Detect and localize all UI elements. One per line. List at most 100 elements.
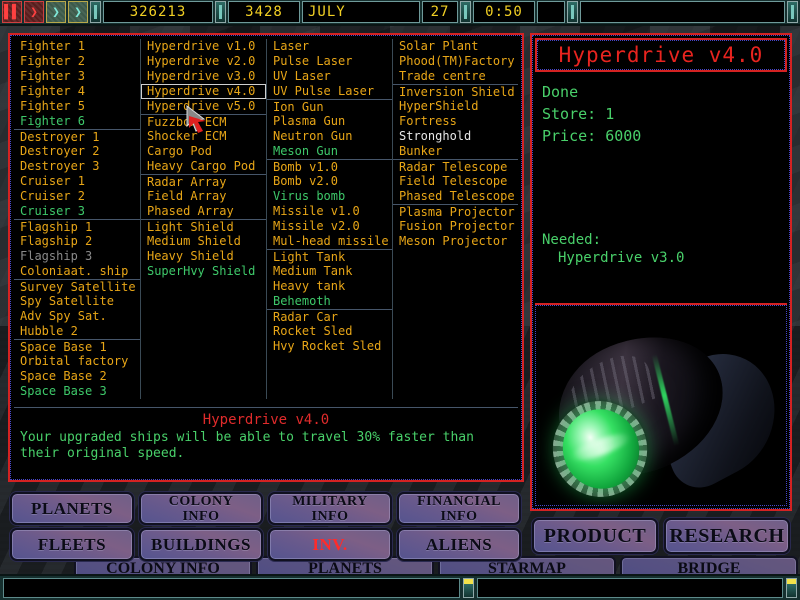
score-readout: 3428 <box>228 1 300 23</box>
tech-item[interactable]: Hyperdrive v2.0 <box>141 54 266 69</box>
tech-item[interactable]: Pulse Laser <box>267 54 392 69</box>
tech-item[interactable]: Radar Car <box>266 309 392 324</box>
bottom-status-strip <box>0 574 800 600</box>
tech-item[interactable]: Fusion Projector <box>393 219 518 234</box>
tech-item[interactable]: Fortress <box>393 114 518 129</box>
tech-item[interactable]: Cruiser 3 <box>14 204 140 219</box>
tech-item[interactable]: Hyperdrive v3.0 <box>141 69 266 84</box>
tech-item[interactable]: Bomb v1.0 <box>266 159 392 174</box>
tech-item[interactable]: Virus bomb <box>267 189 392 204</box>
tech-item[interactable]: Bunker <box>393 144 518 159</box>
tech-item[interactable]: HyperShield <box>393 99 518 114</box>
nav-button-planets[interactable]: PLANETS <box>10 492 134 525</box>
tech-item[interactable]: UV Laser <box>267 69 392 84</box>
play-button[interactable]: ❯ <box>24 1 44 23</box>
tech-item[interactable]: Hubble 2 <box>14 324 140 339</box>
tech-item[interactable]: Adv Spy Sat. <box>14 309 140 324</box>
money-indicator-chip <box>90 1 101 23</box>
tech-item[interactable]: Cruiser 2 <box>14 189 140 204</box>
tech-item[interactable]: Meson Projector <box>393 234 518 249</box>
pause-button[interactable]: ▌▌ <box>2 1 22 23</box>
tech-item[interactable]: Spy Satellite <box>14 294 140 309</box>
tech-item[interactable]: Radar Array <box>140 174 266 189</box>
tech-item[interactable]: Destroyer 1 <box>14 129 140 144</box>
tech-item[interactable]: Trade centre <box>393 69 518 84</box>
engine-hull-icon <box>643 332 787 500</box>
tech-item[interactable]: Survey Satellite <box>14 279 140 294</box>
tech-item[interactable]: Hyperdrive v5.0 <box>141 99 266 114</box>
tech-item[interactable]: Cargo Pod <box>141 144 266 159</box>
tech-item[interactable]: Fighter 2 <box>14 54 140 69</box>
tech-item[interactable]: Space Base 3 <box>14 384 140 399</box>
nav-button-military-info[interactable]: MILITARY INFO <box>268 492 392 525</box>
mode-button-product[interactable]: PRODUCT <box>532 518 658 554</box>
day-readout: 27 <box>422 1 458 23</box>
tech-item[interactable]: Fighter 5 <box>14 99 140 114</box>
tech-item[interactable]: Neutron Gun <box>267 129 392 144</box>
tech-item[interactable]: Space Base 2 <box>14 369 140 384</box>
tech-item[interactable]: Field Array <box>141 189 266 204</box>
tech-item[interactable]: Ion Gun <box>266 99 392 114</box>
tech-item[interactable]: Light Shield <box>140 219 266 234</box>
tech-item[interactable]: Meson Gun <box>267 144 392 159</box>
tech-item[interactable]: Shocker ECM <box>141 129 266 144</box>
tech-item[interactable]: Flagship 2 <box>14 234 140 249</box>
tech-item[interactable]: Heavy tank <box>267 279 392 294</box>
nav-button-financial-info[interactable]: FINANCIAL INFO <box>397 492 521 525</box>
tech-item[interactable]: Destroyer 2 <box>14 144 140 159</box>
tech-item[interactable]: Light Tank <box>266 249 392 264</box>
tech-item[interactable]: Rocket Sled <box>267 324 392 339</box>
tech-item[interactable]: Cruiser 1 <box>14 174 140 189</box>
tech-item[interactable]: Bomb v2.0 <box>267 174 392 189</box>
tech-item[interactable]: Mul-head missile <box>267 234 392 249</box>
engine-ring-icon <box>539 387 661 506</box>
tech-item[interactable]: Flagship 1 <box>14 219 140 234</box>
nav-button-aliens[interactable]: ALIENS <box>397 528 521 561</box>
tech-item[interactable]: Behemoth <box>267 294 392 309</box>
tech-item[interactable]: Fighter 4 <box>14 84 140 99</box>
tech-item[interactable]: SuperHvy Shield <box>141 264 266 279</box>
tech-item[interactable]: Fighter 1 <box>14 39 140 54</box>
tech-item[interactable]: Fuzzbox ECM <box>140 114 266 129</box>
tech-item[interactable]: Medium Tank <box>267 264 392 279</box>
tech-item[interactable]: UV Pulse Laser <box>267 84 392 99</box>
tech-item[interactable]: Coloniaat. ship <box>14 264 140 279</box>
tech-item[interactable]: Stronghold <box>393 129 518 144</box>
tech-item[interactable]: Medium Shield <box>141 234 266 249</box>
tech-item[interactable]: Inversion Shield <box>393 84 519 99</box>
tech-item[interactable]: Fighter 3 <box>14 69 140 84</box>
tech-item[interactable]: Hyperdrive v1.0 <box>141 39 266 54</box>
tech-item[interactable]: Phood(TM)Factory <box>393 54 518 69</box>
tech-item[interactable]: Radar Telescope <box>393 159 519 174</box>
tech-item[interactable]: Phased Telescope <box>393 189 518 204</box>
tech-column-drives-and-equipment: Hyperdrive v1.0 Hyperdrive v2.0 Hyperdrive… <box>139 39 266 399</box>
nav-button-inv[interactable]: INV. <box>268 528 392 561</box>
tech-item[interactable]: Heavy Cargo Pod <box>141 159 266 174</box>
tech-item[interactable]: Plasma Gun <box>267 114 392 129</box>
tech-item[interactable]: Hyperdrive v4.0 <box>140 84 266 99</box>
tech-item[interactable]: Flagship 3 <box>14 249 140 264</box>
nav-button-buildings[interactable]: BUILDINGS <box>139 528 263 561</box>
tech-item[interactable]: Orbital factory <box>14 354 140 369</box>
tech-item[interactable]: Space Base 1 <box>14 339 140 354</box>
fast-forward-2-button[interactable]: ❯ <box>68 1 88 23</box>
nav-button-fleets[interactable]: FLEETS <box>10 528 134 561</box>
mode-button-research[interactable]: RESEARCH <box>664 518 790 554</box>
tech-item[interactable]: Missile v2.0 <box>267 219 392 234</box>
tech-item[interactable]: Field Telescope <box>393 174 518 189</box>
nav-button-colony-info[interactable]: COLONY INFO <box>139 492 263 525</box>
fast-forward-button[interactable]: ❯ <box>46 1 66 23</box>
tech-item[interactable]: Missile v1.0 <box>267 204 392 219</box>
tech-item[interactable]: Destroyer 3 <box>14 159 140 174</box>
tech-item[interactable]: Hvy Rocket Sled <box>267 339 392 354</box>
tech-item[interactable]: Heavy Shield <box>141 249 266 264</box>
tech-item[interactable]: Laser <box>267 39 392 54</box>
tech-item[interactable]: Phased Array <box>141 204 266 219</box>
detail-title-bar: Hyperdrive v4.0 <box>535 38 787 72</box>
description-text: Your upgraded ships will be able to trav… <box>20 430 474 461</box>
tech-item[interactable]: Plasma Projector <box>393 204 519 219</box>
detail-title: Hyperdrive v4.0 <box>558 43 764 67</box>
description-title: Hyperdrive v4.0 <box>202 412 330 428</box>
tech-item[interactable]: Solar Plant <box>393 39 518 54</box>
tech-item[interactable]: Fighter 6 <box>14 114 140 129</box>
